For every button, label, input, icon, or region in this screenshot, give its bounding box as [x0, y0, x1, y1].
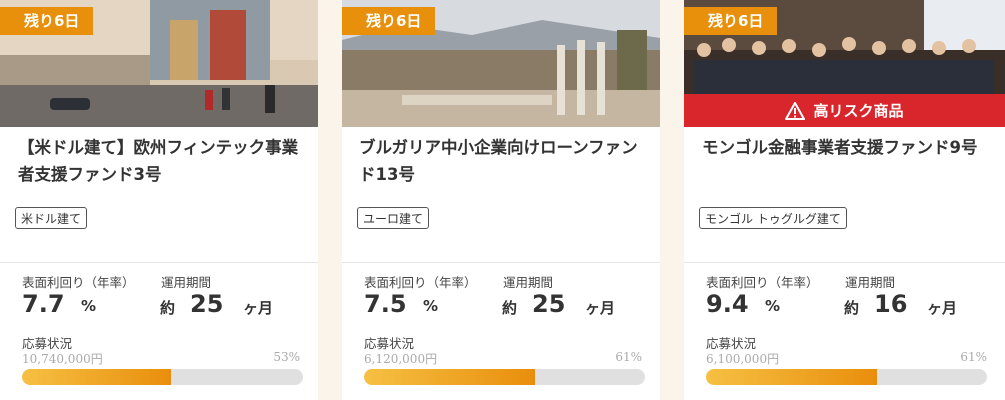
progress-bar: [706, 369, 987, 385]
yield-label: 表面利回り（年率）: [22, 275, 135, 290]
period-approx: 約: [502, 299, 518, 317]
yield-value: 9.4: [706, 290, 749, 318]
days-left-badge: 残り6日: [342, 7, 436, 35]
raised-amount: 6,100,000円: [706, 352, 780, 366]
period-value: 25: [532, 290, 566, 318]
progress-fill: [364, 369, 536, 385]
raised-percent: 53%: [273, 350, 300, 364]
divider: [0, 262, 318, 263]
divider: [342, 262, 660, 263]
yield-unit: %: [423, 297, 439, 315]
fund-card-1[interactable]: 残り6日 【米ドル建て】欧州フィンテック事業者支援ファンド3号 米ドル建て 表面…: [0, 0, 318, 400]
yield-value: 7.5: [364, 290, 407, 318]
progress-fill: [22, 369, 171, 385]
period-approx: 約: [844, 299, 860, 317]
divider: [684, 262, 1005, 263]
fund-card-2[interactable]: 残り6日 ブルガリア中小企業向けローンファンド13号 ユーロ建て 表面利回り（年…: [342, 0, 660, 400]
raised-amount: 10,740,000円: [22, 352, 103, 366]
yield-label: 表面利回り（年率）: [706, 275, 819, 290]
period-value: 16: [874, 290, 908, 318]
yield-label: 表面利回り（年率）: [364, 275, 477, 290]
period-value: 25: [190, 290, 224, 318]
progress-fill: [706, 369, 878, 385]
fund-title[interactable]: モンゴル金融事業者支援ファンド9号: [702, 134, 992, 161]
days-left-badge: 残り6日: [0, 7, 94, 35]
yield-unit: %: [81, 297, 97, 315]
period-label: 運用期間: [845, 275, 896, 290]
period-label: 運用期間: [161, 275, 212, 290]
progress-bar: [364, 369, 645, 385]
fund-title[interactable]: ブルガリア中小企業向けローンファンド13号: [359, 134, 649, 188]
period-unit: ヶ月: [585, 299, 616, 317]
raised-amount: 6,120,000円: [364, 352, 438, 366]
raised-percent: 61%: [960, 350, 987, 364]
progress-bar: [22, 369, 303, 385]
yield-value: 7.7: [22, 290, 65, 318]
currency-tag: 米ドル建て: [15, 207, 88, 229]
currency-tag: ユーロ建て: [357, 207, 430, 229]
high-risk-label: 高リスク商品: [813, 102, 904, 120]
period-label: 運用期間: [503, 275, 554, 290]
period-unit: ヶ月: [243, 299, 274, 317]
raised-percent: 61%: [615, 350, 642, 364]
high-risk-banner: 高リスク商品: [684, 94, 1005, 127]
currency-tag: モンゴル トゥグルグ建て: [699, 207, 847, 229]
fund-title[interactable]: 【米ドル建て】欧州フィンテック事業者支援ファンド3号: [18, 134, 308, 188]
warning-icon: [785, 101, 806, 120]
period-unit: ヶ月: [927, 299, 958, 317]
days-left-badge: 残り6日: [684, 7, 778, 35]
fund-card-3[interactable]: 残り6日 高リスク商品 モンゴル金融事業者支援ファンド9号 モンゴル トゥグルグ…: [684, 0, 1005, 400]
yield-unit: %: [765, 297, 781, 315]
period-approx: 約: [160, 299, 176, 317]
